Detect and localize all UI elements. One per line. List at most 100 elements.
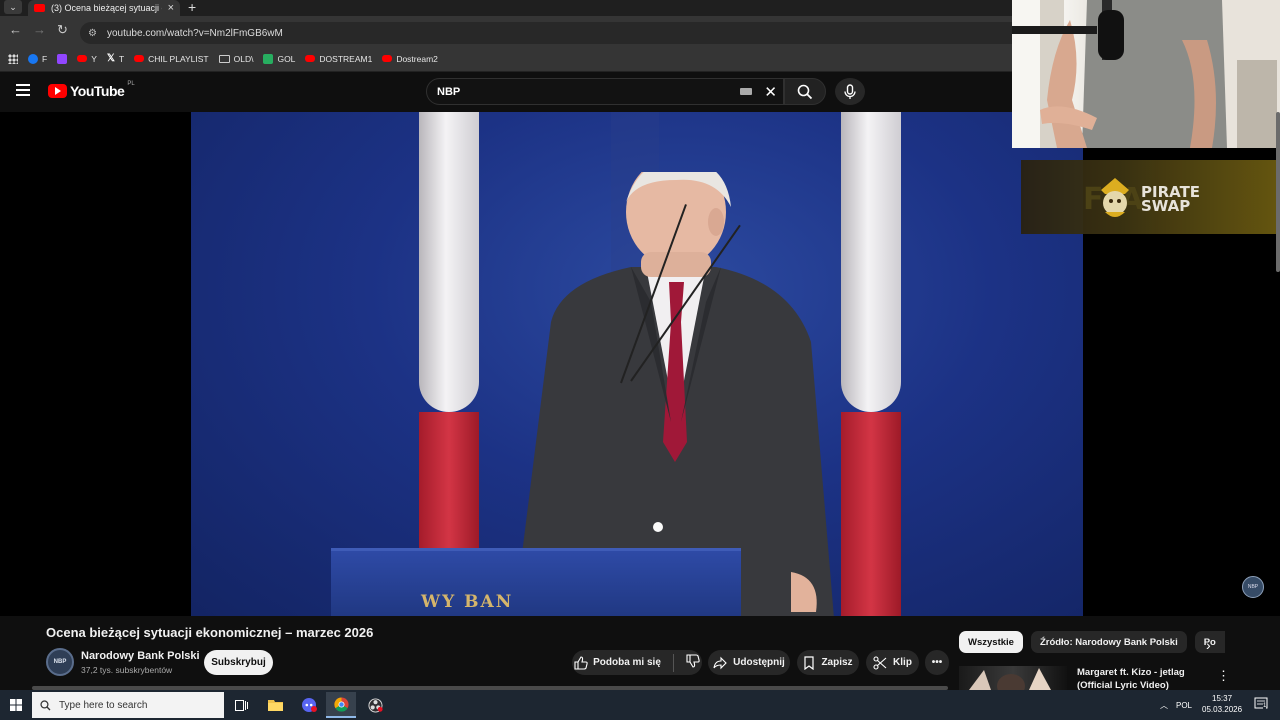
notification-count: 1 [1263,703,1267,709]
address-bar[interactable]: ⚙ youtube.com/watch?v=Nm2lFmGB6wM [80,22,1080,44]
search-input[interactable]: NBP ✕ [426,78,784,105]
dislike-button[interactable] [686,654,700,671]
search-icon [797,84,813,99]
scissors-icon [873,655,887,670]
youtube-logo[interactable]: YouTube PL [48,81,135,99]
podium [331,548,741,616]
site-info-icon[interactable]: ⚙ [88,28,97,39]
sponsor-banner: F A PIRATE SWAP [1021,160,1277,234]
tab-title: (3) Ocena bieżącej sytuacji ekon [51,3,162,13]
youtube-icon [134,55,145,62]
taskbar-search-input[interactable]: Type here to search [32,692,224,718]
folder-icon [218,54,230,63]
discord-app-button[interactable] [294,692,324,718]
flag-left [419,112,479,616]
share-icon [713,656,727,669]
reload-icon[interactable]: ↻ [57,22,68,38]
channel-name[interactable]: Narodowy Bank Polski [81,650,200,662]
thumbs-up-icon [574,655,588,670]
video-frame[interactable]: DU WY BAN [191,112,1083,616]
save-button[interactable]: Zapisz [797,650,859,675]
like-button[interactable]: Podoba mi się [574,655,661,670]
bookmark-x[interactable]: 𝕏T [107,53,124,64]
browser-tab[interactable]: (3) Ocena bieżącej sytuacji ekon × [28,0,180,16]
chrome-icon [333,696,349,712]
windows-icon [10,699,22,711]
clip-button[interactable]: Klip [866,650,919,675]
gol-icon [263,53,274,64]
youtube-icon [305,55,316,62]
clock-time: 15:37 [1212,694,1233,703]
back-icon[interactable]: ← [9,22,22,37]
more-actions-button[interactable]: ••• [925,650,949,675]
like-dislike-group: Podoba mi się [572,650,702,675]
input-language[interactable]: POL [1176,701,1192,710]
vertical-scrollbar[interactable] [1276,112,1280,272]
video-title: Ocena bieżącej sytuacji ekonomicznej – m… [46,625,374,640]
youtube-icon [382,55,393,62]
file-explorer-button[interactable] [260,692,290,718]
forward-icon[interactable]: → [33,22,46,37]
search-button[interactable] [784,78,826,105]
recommendation-thumbnail[interactable] [959,666,1067,690]
chevron-up-icon[interactable]: ︿ [1160,700,1168,711]
more-vertical-icon[interactable]: ⋮ [1217,668,1230,684]
channel-avatar[interactable]: NBP [46,648,74,676]
youtube-icon [77,55,88,62]
facebook-icon [28,53,38,64]
bookmark-twitch[interactable] [57,53,68,64]
clear-search-icon[interactable]: ✕ [764,83,777,101]
search-query: NBP [437,85,461,98]
obs-app-button[interactable] [360,692,390,718]
youtube-play-icon [48,84,67,98]
more-horizontal-icon: ••• [931,657,943,668]
apps-grid-icon[interactable] [8,53,18,64]
sponsor-name: PIRATE SWAP [1141,183,1201,215]
recommendation-chips: Wszystkie Źródło: Narodowy Bank Polski P… [959,631,1225,655]
bookmark-folder-old[interactable]: OLD\ [218,54,253,64]
chip-all[interactable]: Wszystkie [959,631,1023,653]
search-icon [40,699,51,710]
podium-lettering: WY BAN [421,592,514,612]
chrome-app-button[interactable] [326,692,356,718]
thumbs-down-icon [686,654,700,668]
keyboard-icon[interactable] [740,88,753,95]
thumbnail-image [969,668,1051,690]
bookmark-gol[interactable]: GOL [263,53,295,64]
task-view-icon [234,699,248,711]
streamer-camera-feed [1012,0,1280,148]
obs-icon [367,697,383,713]
discord-icon [302,698,317,712]
pirate-logo-icon [1101,178,1129,217]
new-tab-button[interactable]: + [188,0,196,14]
bookmark-dostream1[interactable]: DOSTREAM1 [305,54,372,64]
voice-search-button[interactable] [835,78,865,105]
chip-source-channel[interactable]: Źródło: Narodowy Bank Polski [1030,631,1187,653]
recommendation-title[interactable]: Margaret ft. Kizo - jetlag (Official Lyr… [1077,666,1197,692]
tab-close-icon[interactable]: × [168,2,174,14]
url-text: youtube.com/watch?v=Nm2lFmGB6wM [106,27,283,39]
chevron-right-icon[interactable]: › [1206,637,1211,653]
menu-icon[interactable] [16,84,30,96]
taskbar-search-placeholder: Type here to search [59,699,148,711]
system-clock[interactable]: 15:37 05.03.2026 [1202,693,1242,715]
bookmark-dostream2[interactable]: Dostream2 [382,54,438,64]
microphone-icon [844,83,856,99]
youtube-favicon-icon [34,4,45,12]
clock-date: 05.03.2026 [1202,705,1243,714]
x-icon: 𝕏 [106,53,115,64]
tab-search-button[interactable]: ⌄ [4,0,22,14]
subscribe-button[interactable]: Subskrybuj [204,650,273,675]
folder-icon [267,700,283,711]
start-button[interactable] [0,690,32,720]
channel-watermark[interactable]: NBP [1242,576,1264,598]
twitch-icon [57,53,68,64]
notification-center-button[interactable]: 1 [1254,697,1268,711]
task-view-button[interactable] [226,692,256,718]
bookmark-youtube[interactable]: Y [77,54,97,64]
system-tray: ︿ POL [1160,690,1192,720]
share-button[interactable]: Udostępnij [708,650,790,675]
bookmark-icon [804,655,815,670]
bookmark-chil-playlist[interactable]: CHIL PLAYLIST [134,54,209,64]
bookmark-facebook[interactable]: F [28,53,47,64]
